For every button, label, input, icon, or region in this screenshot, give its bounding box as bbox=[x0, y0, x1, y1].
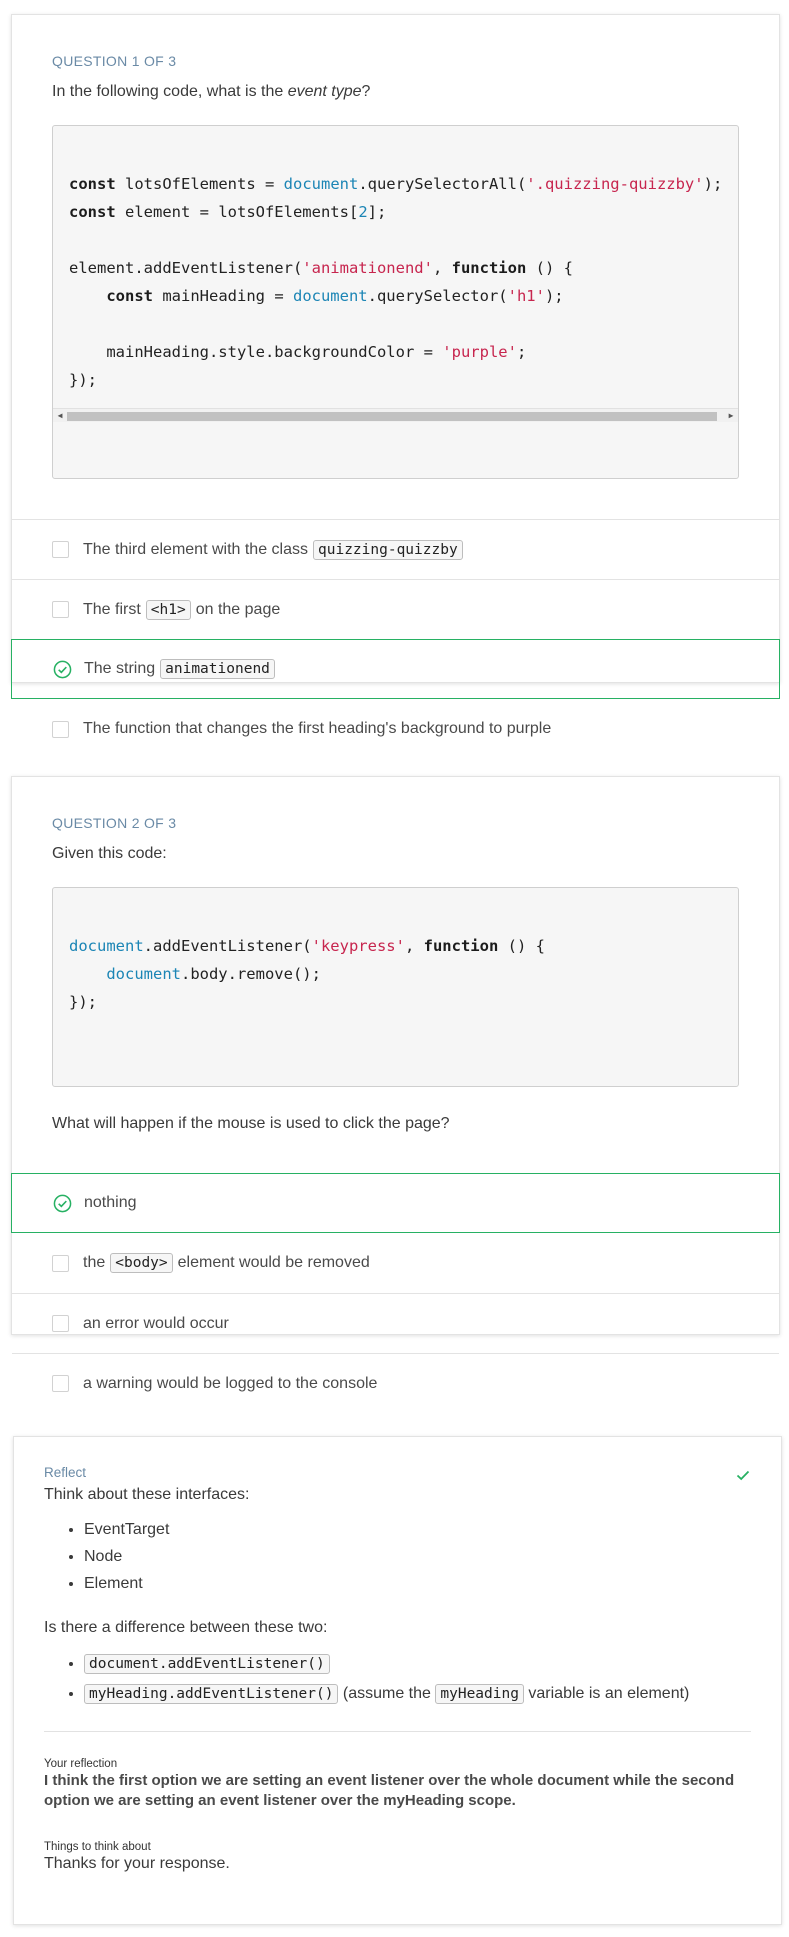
scroll-right-arrow-icon[interactable]: ▶ bbox=[724, 409, 738, 423]
checkbox-icon[interactable] bbox=[52, 1315, 69, 1332]
list-item: document.addEventListener() bbox=[84, 1649, 751, 1679]
question-2-followup: What will happen if the mouse is used to… bbox=[52, 1115, 450, 1132]
q1-option-2[interactable]: The first <h1> on the page bbox=[12, 579, 779, 639]
checkbox-icon[interactable] bbox=[52, 601, 69, 618]
list-item: Element bbox=[84, 1570, 751, 1597]
things-to-think-label: Things to think about bbox=[44, 1841, 151, 1853]
question-1-card: QUESTION 1 OF 3 In the following code, w… bbox=[11, 14, 780, 738]
comparison-list: document.addEventListener() myHeading.ad… bbox=[44, 1649, 751, 1709]
list-item: myHeading.addEventListener() (assume the… bbox=[84, 1679, 751, 1709]
question-2-label: QUESTION 2 OF 3 bbox=[52, 815, 177, 831]
divider bbox=[44, 1731, 751, 1732]
inline-code: myHeading bbox=[435, 1684, 524, 1704]
scrollbar-thumb[interactable] bbox=[67, 412, 717, 421]
things-to-think-text: Thanks for your response. bbox=[44, 1855, 230, 1872]
q1-option-3-correct[interactable]: The string animationend bbox=[11, 639, 780, 699]
question-1-options: The third element with the class quizzin… bbox=[11, 519, 780, 759]
question-1-label: QUESTION 1 OF 3 bbox=[52, 53, 177, 69]
q1-option-1[interactable]: The third element with the class quizzin… bbox=[12, 519, 779, 579]
question-2-code-block: document.addEventListener('keypress', fu… bbox=[52, 887, 739, 1087]
list-item: EventTarget bbox=[84, 1516, 751, 1543]
question-2-card: QUESTION 2 OF 3 Given this code: documen… bbox=[11, 776, 780, 1392]
inline-code: document.addEventListener() bbox=[84, 1654, 330, 1674]
reflect-card: Reflect Think about these interfaces: Ev… bbox=[13, 1436, 782, 1925]
check-circle-icon bbox=[53, 1194, 72, 1212]
q2-option-1-correct[interactable]: nothing bbox=[11, 1173, 780, 1233]
inline-code: animationend bbox=[160, 659, 275, 679]
question-2-options: nothing the <body> element would be remo… bbox=[11, 1173, 780, 1413]
inline-code: <h1> bbox=[145, 599, 191, 620]
check-circle-icon bbox=[53, 660, 72, 678]
inline-code: <body> bbox=[110, 1253, 173, 1273]
checkbox-icon[interactable] bbox=[52, 541, 69, 558]
question-1-code-block: const lotsOfElements = document.querySel… bbox=[52, 125, 739, 479]
checkbox-icon[interactable] bbox=[52, 720, 69, 738]
scroll-left-arrow-icon[interactable]: ◀ bbox=[53, 409, 67, 423]
q2-option-3[interactable]: an error would occur bbox=[12, 1293, 779, 1353]
question-2-text: Given this code: bbox=[52, 845, 167, 862]
reflect-intro: Think about these interfaces: bbox=[44, 1486, 250, 1503]
inline-code: quizzing-quizzby bbox=[313, 539, 463, 560]
inline-code: myHeading.addEventListener() bbox=[84, 1684, 339, 1704]
checkbox-icon[interactable] bbox=[52, 1375, 69, 1392]
code-horizontal-scrollbar[interactable]: ◀ ▶ bbox=[53, 408, 738, 422]
q2-option-2[interactable]: the <body> element would be removed bbox=[12, 1233, 779, 1293]
q1-option-4[interactable]: The function that changes the first head… bbox=[12, 699, 779, 759]
your-reflection-text: I think the first option we are setting … bbox=[44, 1772, 735, 1809]
question-1-text: In the following code, what is the event… bbox=[52, 83, 371, 100]
checkmark-icon bbox=[736, 1470, 750, 1481]
reflect-title: Reflect bbox=[44, 1465, 87, 1480]
list-item: Node bbox=[84, 1543, 751, 1570]
interfaces-list: EventTarget Node Element bbox=[44, 1516, 751, 1597]
your-reflection-label: Your reflection bbox=[44, 1758, 118, 1770]
checkbox-icon[interactable] bbox=[52, 1254, 69, 1272]
reflect-question: Is there a difference between these two: bbox=[44, 1619, 328, 1636]
q2-option-4[interactable]: a warning would be logged to the console bbox=[12, 1353, 779, 1413]
